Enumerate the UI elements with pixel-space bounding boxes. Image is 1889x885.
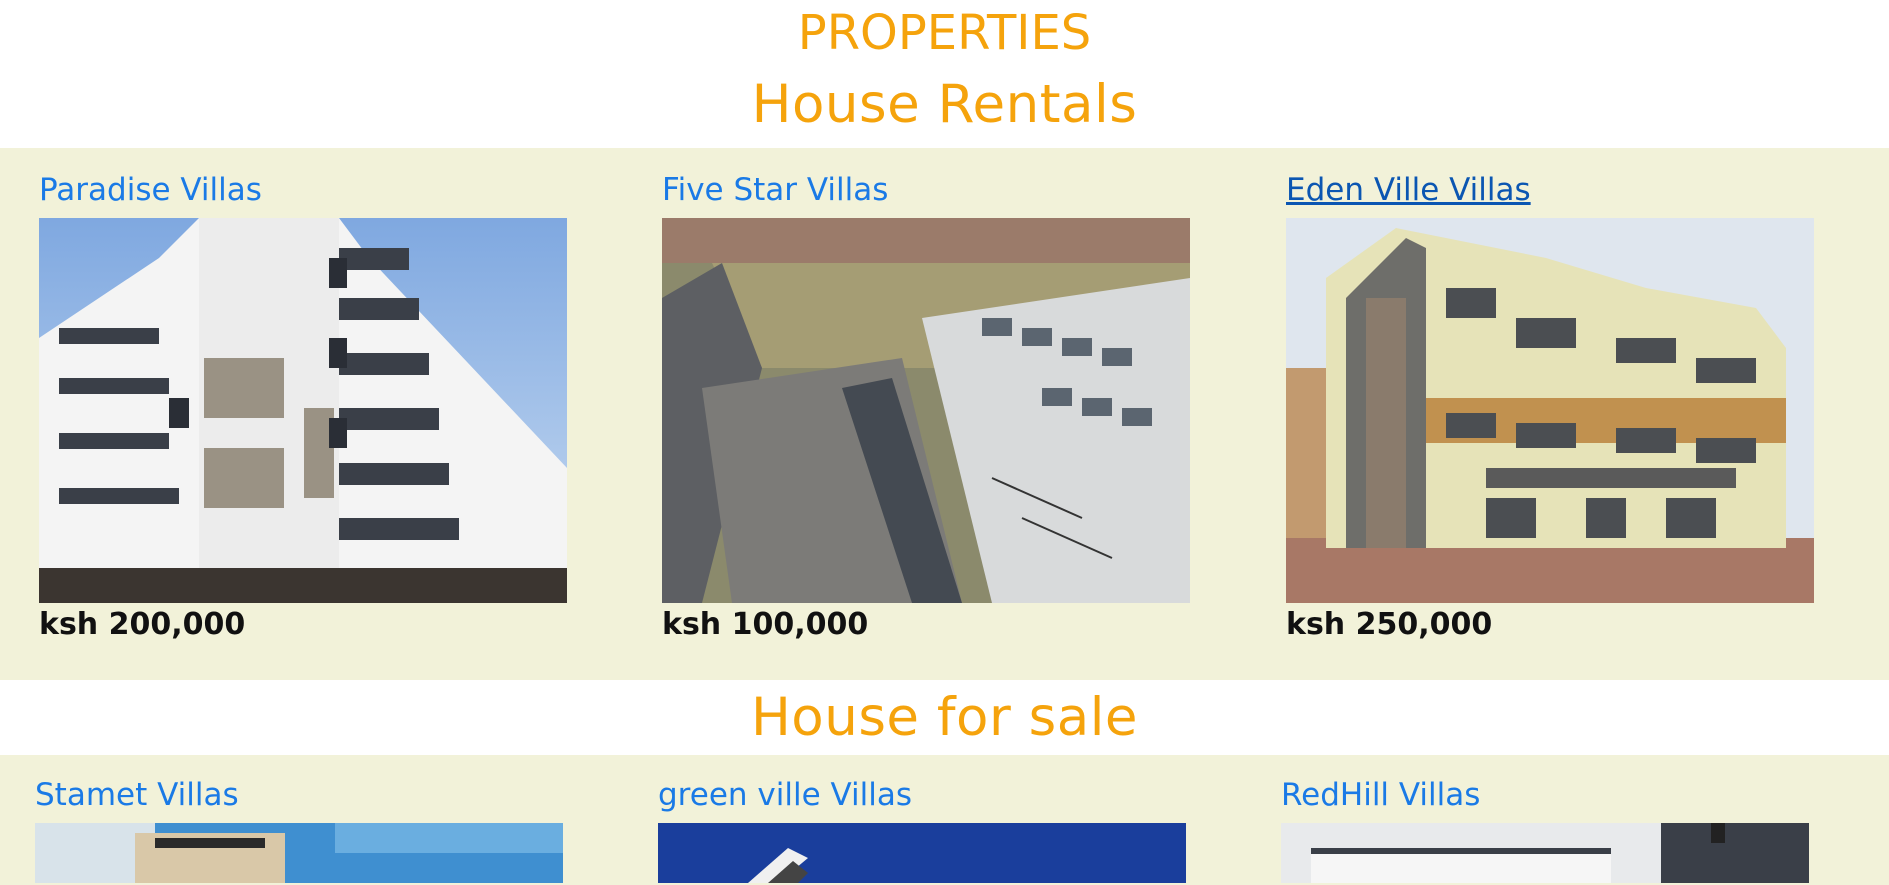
property-link-paradise-villas[interactable]: Paradise Villas [39, 172, 262, 208]
property-link-green-ville-villas[interactable]: green ville Villas [658, 777, 912, 813]
page-title: PROPERTIES [797, 5, 1092, 61]
property-card-eden-ville-villas: Eden Ville Villas ksh 250,000 [1286, 172, 1814, 642]
property-price: ksh 200,000 [39, 607, 246, 642]
property-card-stamet-villas: Stamet Villas [35, 777, 563, 883]
rentals-heading: House Rentals [751, 74, 1138, 135]
property-link-redhill-villas[interactable]: RedHill Villas [1281, 777, 1480, 813]
sale-section: Stamet Villas green ville Villas RedHill… [0, 755, 1889, 885]
property-price: ksh 250,000 [1286, 607, 1493, 642]
property-card-green-ville-villas: green ville Villas [658, 777, 1186, 883]
property-card-redhill-villas: RedHill Villas [1281, 777, 1809, 883]
rentals-section: Paradise Villas ksh 200,000 Five Star Vi… [0, 148, 1889, 680]
property-photo-green-ville-villas[interactable] [658, 823, 1186, 883]
property-card-paradise-villas: Paradise Villas ksh 200,000 [39, 172, 567, 642]
property-card-five-star-villas: Five Star Villas ksh 100,000 [662, 172, 1190, 642]
property-photo-eden-ville-villas[interactable] [1286, 218, 1814, 603]
property-photo-redhill-villas[interactable] [1281, 823, 1809, 883]
property-photo-paradise-villas[interactable] [39, 218, 567, 603]
property-photo-stamet-villas[interactable] [35, 823, 563, 883]
property-link-five-star-villas[interactable]: Five Star Villas [662, 172, 888, 208]
property-price: ksh 100,000 [662, 607, 869, 642]
property-link-stamet-villas[interactable]: Stamet Villas [35, 777, 239, 813]
property-link-eden-ville-villas[interactable]: Eden Ville Villas [1286, 172, 1531, 208]
sale-heading: House for sale [750, 687, 1139, 748]
property-photo-five-star-villas[interactable] [662, 218, 1190, 603]
